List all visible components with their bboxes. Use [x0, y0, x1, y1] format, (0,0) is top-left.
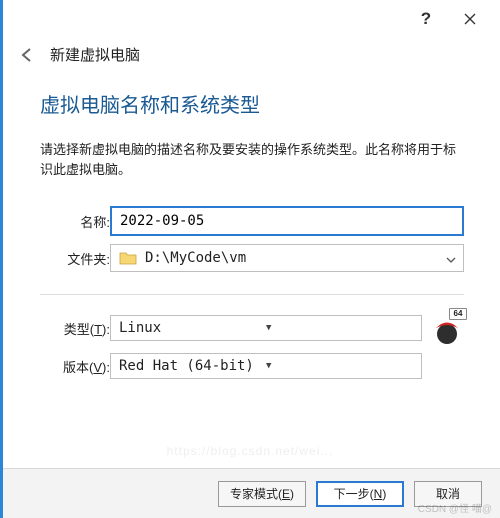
folder-path: D:\MyCode\vm: [145, 250, 439, 266]
form: 名称: 文件夹: D:\MyCode\vm: [40, 202, 464, 383]
next-button[interactable]: 下一步(N): [316, 481, 404, 507]
caret-down-icon: ▼: [266, 361, 413, 371]
folder-select[interactable]: D:\MyCode\vm: [110, 244, 464, 272]
content-area: 虚拟电脑名称和系统类型 请选择新虚拟电脑的描述名称及要安装的操作系统类型。此名称…: [0, 69, 500, 468]
version-select[interactable]: Red Hat (64-bit) ▼: [110, 353, 422, 379]
close-button[interactable]: [448, 3, 492, 35]
separator: [40, 294, 464, 295]
left-accent: [0, 0, 3, 518]
back-button[interactable]: [18, 46, 36, 64]
name-input[interactable]: [110, 206, 464, 236]
type-label: 类型(T):: [40, 307, 110, 349]
page-description: 请选择新虚拟电脑的描述名称及要安装的操作系统类型。此名称将用于标识此虚拟电脑。: [40, 140, 464, 180]
back-arrow-icon: [19, 47, 35, 63]
close-icon: [464, 13, 476, 25]
caret-down-icon: ▼: [266, 323, 413, 333]
version-value: Red Hat (64-bit): [119, 358, 266, 374]
help-button[interactable]: ?: [404, 3, 448, 35]
dialog-window: ? 新建虚拟电脑 虚拟电脑名称和系统类型 请选择新虚拟电脑的描述名称及要安装的操…: [0, 0, 500, 518]
watermark-bg: https://blog.csdn.net/wei...: [167, 444, 334, 458]
folder-label: 文件夹:: [40, 240, 110, 276]
titlebar: ?: [0, 0, 500, 38]
watermark: CSDN @怪 喵@: [418, 500, 492, 515]
breadcrumb-title: 新建虚拟电脑: [50, 44, 140, 65]
expert-mode-button[interactable]: 专家模式(E): [218, 481, 306, 507]
os-logo: 64: [430, 311, 464, 345]
chevron-down-icon: [439, 251, 463, 266]
type-value: Linux: [119, 320, 266, 336]
arch-badge: 64: [449, 308, 467, 320]
name-label: 名称:: [40, 202, 110, 240]
breadcrumb: 新建虚拟电脑: [0, 38, 500, 69]
version-label: 版本(V):: [40, 349, 110, 383]
folder-icon: [119, 251, 137, 265]
page-heading: 虚拟电脑名称和系统类型: [40, 89, 464, 118]
type-select[interactable]: Linux ▼: [110, 315, 422, 341]
